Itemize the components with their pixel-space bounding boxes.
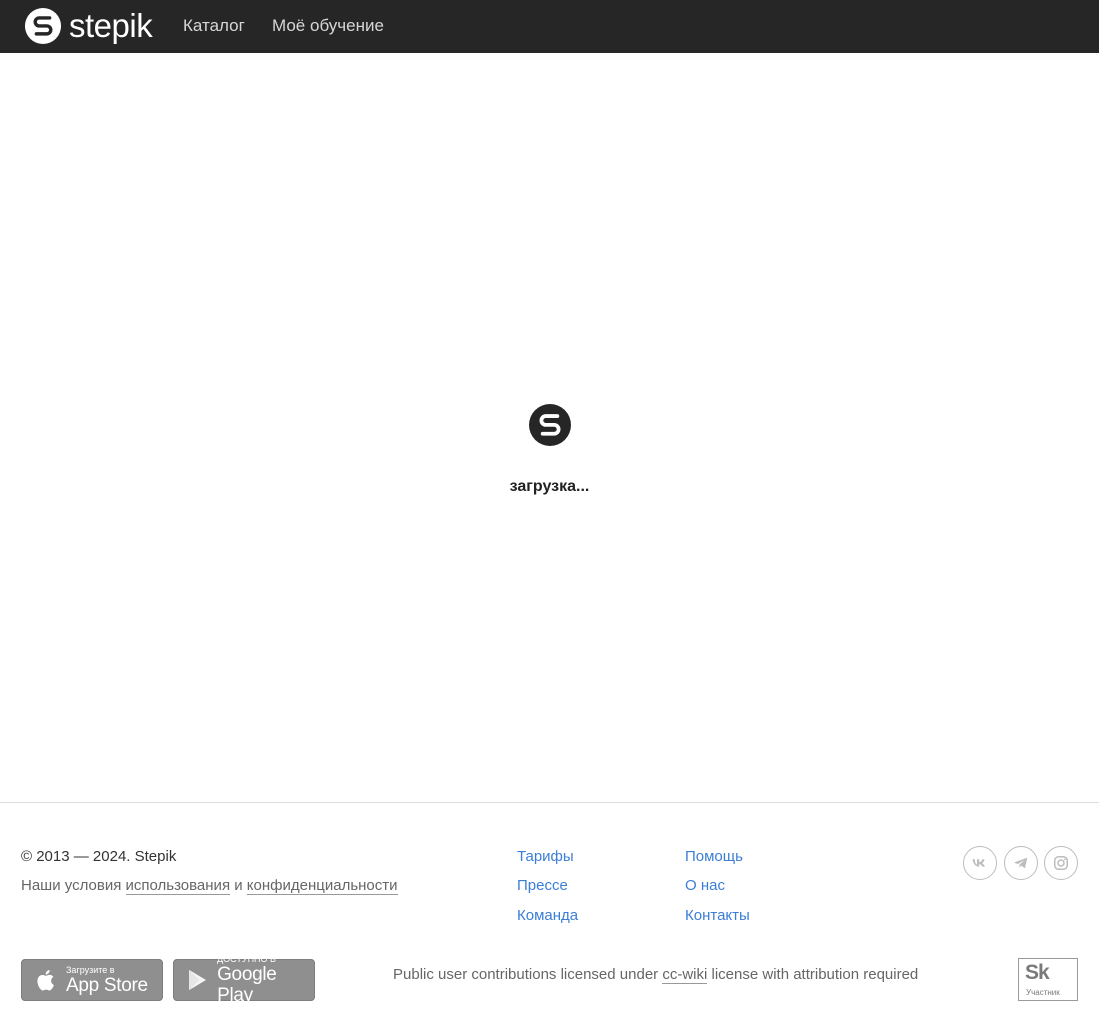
app-store-big: App Store bbox=[66, 974, 148, 996]
footer-link-team[interactable]: Команда bbox=[517, 907, 578, 924]
nav-catalog[interactable]: Каталог bbox=[183, 16, 245, 36]
terms-text: Наши условия использования и конфиденциа… bbox=[21, 877, 398, 895]
skolkovo-logo: Sk bbox=[1025, 961, 1050, 984]
logo-text: stepik bbox=[69, 7, 153, 44]
skolkovo-label: Участник bbox=[1026, 988, 1060, 997]
license-prefix: Public user contributions licensed under bbox=[393, 966, 659, 983]
telegram-icon bbox=[1013, 857, 1028, 869]
telegram-link[interactable] bbox=[1004, 846, 1038, 880]
license-suffix: license with attribution required bbox=[711, 966, 919, 983]
footer-link-press[interactable]: Прессе bbox=[517, 877, 568, 894]
skolkovo-badge[interactable]: Sk Участник bbox=[1018, 958, 1078, 1001]
app-store-text: Загрузите в App Store bbox=[66, 965, 148, 996]
license-text: Public user contributions licensed under… bbox=[393, 966, 919, 984]
apple-icon bbox=[37, 969, 54, 991]
vk-link[interactable] bbox=[963, 846, 997, 880]
nav-my-learning[interactable]: Моё обучение bbox=[272, 16, 384, 36]
cc-wiki-link[interactable]: cc-wiki bbox=[662, 966, 708, 984]
google-play-text: ДОСТУПНО В Google Play bbox=[217, 954, 314, 1006]
top-navbar: stepik Каталог Моё обучение bbox=[0, 0, 1099, 53]
stepik-logo-link[interactable]: stepik bbox=[24, 7, 153, 45]
footer-link-contacts[interactable]: Контакты bbox=[685, 907, 750, 924]
app-store-small: Загрузите в bbox=[66, 964, 115, 975]
terms-and: и bbox=[234, 877, 243, 894]
privacy-policy-link[interactable]: конфиденциальности bbox=[246, 877, 398, 895]
footer-link-about[interactable]: О нас bbox=[685, 877, 725, 894]
stepik-logo-icon bbox=[24, 7, 62, 45]
footer-link-help[interactable]: Помощь bbox=[685, 848, 743, 865]
loading-text: загрузка... bbox=[509, 478, 590, 495]
instagram-icon bbox=[1054, 856, 1068, 870]
google-play-button[interactable]: ДОСТУПНО В Google Play bbox=[173, 954, 315, 1006]
google-play-big: Google Play bbox=[217, 964, 277, 1006]
app-store-button[interactable]: Загрузите в App Store bbox=[21, 959, 163, 1001]
google-play-icon bbox=[189, 969, 207, 991]
instagram-link[interactable] bbox=[1044, 846, 1078, 880]
terms-prefix: Наши условия bbox=[21, 877, 122, 894]
footer-link-pricing[interactable]: Тарифы bbox=[517, 848, 574, 865]
vk-icon bbox=[972, 858, 985, 867]
google-play-small: ДОСТУПНО В bbox=[217, 954, 277, 964]
footer-divider bbox=[0, 802, 1099, 803]
terms-of-use-link[interactable]: использования bbox=[125, 877, 231, 895]
stepik-loader-icon bbox=[528, 404, 571, 446]
loading-indicator: загрузка... bbox=[0, 404, 1099, 495]
copyright-text: © 2013 — 2024. Stepik bbox=[21, 848, 177, 865]
